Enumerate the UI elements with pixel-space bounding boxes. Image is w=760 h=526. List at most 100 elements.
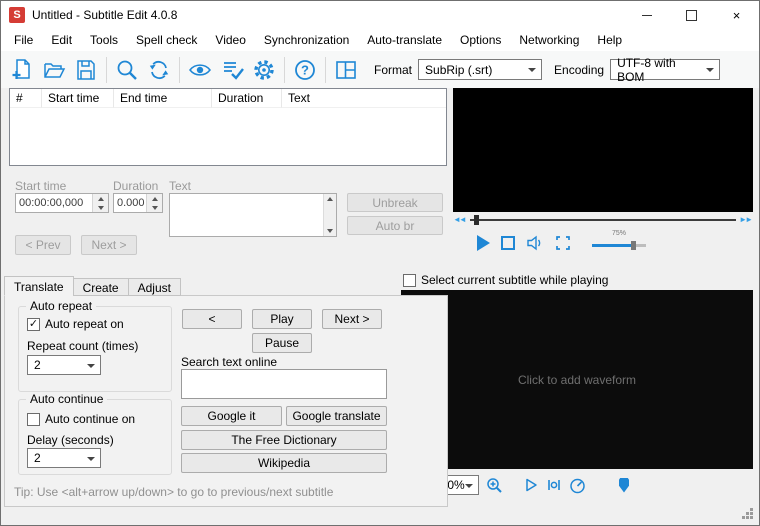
column-duration[interactable]: Duration	[212, 89, 282, 108]
save-button[interactable]	[70, 55, 102, 85]
column-end-time[interactable]: End time	[114, 89, 212, 108]
fullscreen-icon[interactable]	[555, 235, 571, 251]
scroll-down-icon	[327, 229, 333, 233]
video-display[interactable]	[453, 88, 753, 212]
volume-slider[interactable]: 75%	[592, 240, 646, 247]
seek-thumb[interactable]	[474, 215, 479, 225]
play-button[interactable]: Play	[252, 309, 312, 329]
waveform-display[interactable]: Click to add waveform	[401, 290, 753, 469]
visual-sync-button[interactable]	[184, 55, 216, 85]
format-combobox[interactable]: SubRip (.srt)	[418, 59, 542, 80]
menu-auto-translate[interactable]: Auto-translate	[358, 30, 451, 50]
wikipedia-button[interactable]: Wikipedia	[181, 453, 387, 473]
menu-help[interactable]: Help	[588, 30, 631, 50]
rewind-icon[interactable]: ◄◄	[453, 216, 467, 224]
maximize-button[interactable]	[669, 1, 714, 29]
format-value: SubRip (.srt)	[425, 63, 492, 77]
close-button[interactable]: ×	[714, 1, 759, 29]
menu-options[interactable]: Options	[451, 30, 510, 50]
waveform-play-button[interactable]	[523, 477, 539, 493]
subtitle-text-input[interactable]	[169, 193, 337, 237]
scroll-up-icon	[327, 197, 333, 201]
chevron-down-icon	[465, 484, 473, 488]
column-number[interactable]: #	[10, 89, 42, 108]
tabstrip: Translate Create Adjust	[4, 276, 180, 296]
free-dictionary-button[interactable]: The Free Dictionary	[181, 430, 387, 450]
search-icon	[115, 58, 139, 82]
menu-edit[interactable]: Edit	[42, 30, 81, 50]
spin-up-button[interactable]	[147, 194, 162, 203]
next-button[interactable]: Next >	[322, 309, 382, 329]
subtitle-list[interactable]: # Start time End time Duration Text	[9, 88, 447, 166]
spin-down-button[interactable]	[147, 203, 162, 212]
next-subtitle-button[interactable]: Next >	[81, 235, 137, 255]
fast-forward-icon[interactable]: ►►	[739, 216, 753, 224]
zoom-in-button[interactable]	[486, 477, 503, 494]
new-file-button[interactable]	[6, 55, 38, 85]
text-scrollbar[interactable]	[323, 194, 336, 236]
menu-video[interactable]: Video	[206, 30, 254, 50]
start-time-spinner[interactable]: 00:00:00,000	[15, 193, 109, 213]
tab-adjust[interactable]: Adjust	[128, 278, 181, 296]
google-translate-button[interactable]: Google translate	[286, 406, 387, 426]
menu-synchronization[interactable]: Synchronization	[255, 30, 358, 50]
volume-thumb[interactable]	[631, 241, 636, 250]
delay-value: 2	[34, 451, 41, 465]
volume-percent-label: 75%	[612, 230, 626, 237]
menu-file[interactable]: File	[5, 30, 42, 50]
spell-check-button[interactable]	[216, 55, 248, 85]
help-button[interactable]: ?	[289, 55, 321, 85]
volume-icon[interactable]	[526, 235, 544, 251]
check-icon: ✓	[29, 319, 38, 330]
auto-repeat-checkbox[interactable]: ✓	[27, 318, 40, 331]
playback-speed-button[interactable]	[569, 477, 586, 494]
auto-continue-checkbox[interactable]	[27, 413, 40, 426]
repeat-count-combobox[interactable]: 2	[27, 355, 101, 375]
spin-up-button[interactable]	[93, 194, 108, 203]
play-position-icon	[546, 477, 562, 493]
auto-continue-row: Auto continue on	[27, 412, 135, 426]
column-start-time[interactable]: Start time	[42, 89, 114, 108]
volume-track[interactable]	[592, 244, 646, 247]
google-it-button[interactable]: Google it	[181, 406, 282, 426]
duration-label: Duration	[113, 179, 158, 193]
window-title: Untitled - Subtitle Edit 4.0.8	[32, 8, 177, 22]
up-arrow-icon	[152, 197, 158, 201]
pause-button[interactable]: Pause	[252, 333, 312, 353]
search-text-input[interactable]	[181, 369, 387, 399]
delay-label: Delay (seconds)	[27, 433, 114, 447]
maximize-icon	[686, 10, 697, 21]
duration-spinner[interactable]: 0.000	[113, 193, 163, 213]
find-button[interactable]	[111, 55, 143, 85]
encoding-combobox[interactable]: UTF-8 with BOM	[610, 59, 720, 80]
open-file-button[interactable]	[38, 55, 70, 85]
settings-button[interactable]	[248, 55, 280, 85]
back-button[interactable]: <	[182, 309, 242, 329]
zoom-in-icon	[486, 477, 503, 494]
minimize-button[interactable]	[624, 1, 669, 29]
select-current-subtitle-checkbox[interactable]	[403, 274, 416, 287]
prev-subtitle-button[interactable]: < Prev	[15, 235, 71, 255]
menu-spell-check[interactable]: Spell check	[127, 30, 206, 50]
play-from-position-button[interactable]	[546, 477, 562, 493]
replace-button[interactable]	[143, 55, 175, 85]
unbreak-button[interactable]: Unbreak	[347, 193, 443, 212]
spinner-buttons	[146, 194, 162, 212]
delay-combobox[interactable]: 2	[27, 448, 101, 468]
play-icon[interactable]	[477, 235, 490, 251]
translate-tab-panel: Auto repeat ✓ Auto repeat on Repeat coun…	[4, 295, 448, 507]
menu-tools[interactable]: Tools	[81, 30, 127, 50]
menu-networking[interactable]: Networking	[510, 30, 588, 50]
waveform-toolbar: 100%	[403, 473, 753, 497]
video-seek-slider[interactable]	[470, 214, 736, 226]
layout-button[interactable]	[330, 55, 362, 85]
column-text[interactable]: Text	[282, 89, 446, 108]
auto-br-button[interactable]: Auto br	[347, 216, 443, 235]
resize-grip[interactable]	[742, 516, 745, 519]
auto-repeat-title: Auto repeat	[26, 299, 96, 313]
tab-create[interactable]: Create	[73, 278, 129, 296]
stop-icon[interactable]	[501, 236, 515, 250]
tab-translate[interactable]: Translate	[4, 276, 74, 296]
position-pin-marker[interactable]	[619, 478, 629, 493]
spin-down-button[interactable]	[93, 203, 108, 212]
